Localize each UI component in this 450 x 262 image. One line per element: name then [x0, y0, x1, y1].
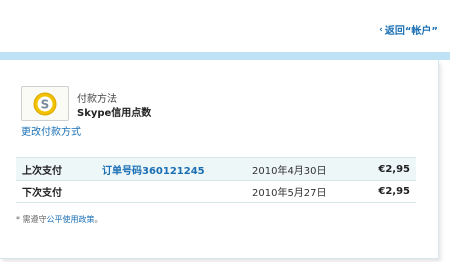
last-payment-amount: €2,95 [378, 163, 410, 175]
next-payment-label: 下次支付 [22, 187, 62, 199]
next-payment-date: 2010年5月27日 [252, 187, 327, 199]
section-top-bar [0, 52, 450, 60]
footnote-prefix: * 需遵守 [16, 215, 47, 224]
footnote: * 需遵守公平使用政策。 [16, 214, 103, 225]
next-payment-row: 下次支付 2010年5月27日 €2,95 [16, 180, 416, 203]
payment-method-value: Skype信用点数 [77, 108, 152, 119]
last-payment-date: 2010年4月30日 [252, 165, 327, 177]
skype-credit-icon: S [21, 86, 69, 121]
footnote-suffix: 。 [94, 215, 103, 224]
back-to-account-link[interactable]: ‹ 返回“帐户” [379, 22, 438, 38]
chevron-left-icon: ‹ [379, 24, 383, 35]
svg-text:S: S [41, 97, 50, 111]
change-payment-method-link[interactable]: 更改付款方式 [21, 123, 81, 138]
last-payment-label: 上次支付 [22, 165, 62, 177]
order-number-link[interactable]: 订单号码360121245 [102, 162, 205, 177]
fair-use-policy-link[interactable]: 公平使用政策 [47, 215, 95, 224]
back-to-account-label: 返回“帐户” [384, 26, 438, 37]
payment-method-title: 付款方法 [77, 94, 117, 105]
last-payment-row: 上次支付 订单号码360121245 2010年4月30日 €2,95 [16, 157, 416, 181]
next-payment-amount: €2,95 [378, 185, 410, 197]
